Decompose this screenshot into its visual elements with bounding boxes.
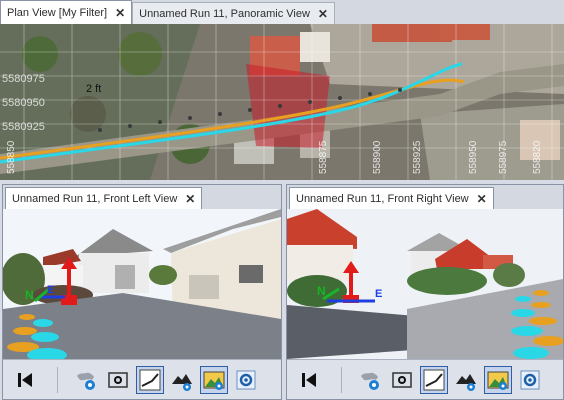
front-left-view-canvas[interactable]: N E (3, 209, 281, 359)
point-cloud-button[interactable] (168, 366, 196, 394)
axis-label-east: E (47, 284, 54, 296)
screenshot-icon (108, 371, 128, 388)
grid-label-y: 5580925 (2, 121, 45, 133)
tab-front-left-label: Unnamed Run 11, Front Left View (12, 192, 178, 205)
tab-panoramic-view[interactable]: Unnamed Run 11, Panoramic View ✕ (132, 2, 335, 24)
skip-to-start-button[interactable] (295, 366, 323, 394)
left-tabbar: Unnamed Run 11, Front Left View ✕ (3, 185, 281, 209)
tab-panoramic-view-label: Unnamed Run 11, Panoramic View (139, 7, 310, 20)
axis-label-north: N (25, 288, 34, 302)
image-overlay-button[interactable] (200, 365, 228, 394)
grid-label-x: 558975 (498, 140, 509, 174)
image-overlay-icon (203, 371, 225, 390)
tab-front-left-view[interactable]: Unnamed Run 11, Front Left View ✕ (5, 187, 203, 209)
top-tabbar: Plan View [My Filter] ✕ Unnamed Run 11, … (0, 0, 564, 24)
trajectory-icon (423, 369, 445, 390)
close-icon[interactable]: ✕ (477, 192, 487, 206)
close-icon[interactable]: ✕ (185, 192, 195, 206)
front-left-pane: Unnamed Run 11, Front Left View ✕ N E (2, 184, 282, 400)
grid-label-y: 5580975 (2, 73, 45, 85)
axis-label-east: E (375, 288, 382, 300)
toolbar-divider (57, 366, 58, 393)
image-overlay-icon (487, 371, 509, 390)
screenshot-button[interactable] (104, 366, 132, 394)
trajectory-icon (139, 369, 161, 390)
map-layers-icon (361, 372, 379, 390)
map-layers-button[interactable] (356, 366, 384, 394)
front-right-view-canvas[interactable]: N E (287, 209, 563, 359)
skip-to-start-icon (302, 372, 316, 387)
grid-label-x: 558950 (468, 140, 479, 174)
skip-to-start-icon (18, 372, 32, 387)
trajectory-button[interactable] (420, 365, 448, 394)
settings-icon (520, 370, 540, 389)
grid-label-x: 558820 (532, 140, 543, 174)
close-icon[interactable]: ✕ (115, 6, 125, 20)
skip-to-start-button[interactable] (11, 366, 39, 394)
close-icon[interactable]: ✕ (318, 7, 328, 21)
image-overlay-button[interactable] (484, 365, 512, 394)
right-toolbar (287, 359, 563, 399)
map-layers-icon (77, 372, 95, 390)
tab-front-right-label: Unnamed Run 11, Front Right View (296, 192, 469, 205)
grid-label-x: 558875 (318, 140, 329, 174)
map-layers-button[interactable] (72, 366, 100, 394)
top-pane: Plan View [My Filter] ✕ Unnamed Run 11, … (0, 0, 564, 180)
app-window: Plan View [My Filter] ✕ Unnamed Run 11, … (0, 0, 564, 400)
point-cloud-button[interactable] (452, 366, 480, 394)
trajectory-button[interactable] (136, 365, 164, 394)
front-right-pane: Unnamed Run 11, Front Right View ✕ N E (286, 184, 564, 400)
point-cloud-icon (172, 373, 192, 391)
right-tabbar: Unnamed Run 11, Front Right View ✕ (287, 185, 563, 209)
toolbar-divider (341, 366, 342, 393)
tab-plan-view[interactable]: Plan View [My Filter] ✕ (0, 0, 133, 24)
scale-marker: 2 ft (86, 83, 101, 95)
settings-button[interactable] (516, 366, 544, 394)
screenshot-button[interactable] (388, 366, 416, 394)
settings-button[interactable] (232, 366, 260, 394)
settings-icon (236, 370, 256, 389)
axis-label-north: N (317, 284, 326, 298)
point-cloud-icon (456, 373, 476, 391)
plan-view-canvas[interactable]: 5580975 5580950 5580925 558850 558875 55… (0, 24, 564, 180)
tab-front-right-view[interactable]: Unnamed Run 11, Front Right View ✕ (289, 187, 494, 209)
tab-plan-view-label: Plan View [My Filter] (7, 6, 108, 19)
left-toolbar (3, 359, 281, 399)
grid-label-x: 558900 (372, 140, 383, 174)
grid-label-y: 5580950 (2, 97, 45, 109)
screenshot-icon (392, 371, 412, 388)
grid-label-x: 558850 (6, 140, 17, 174)
grid-label-x: 558925 (412, 140, 423, 174)
